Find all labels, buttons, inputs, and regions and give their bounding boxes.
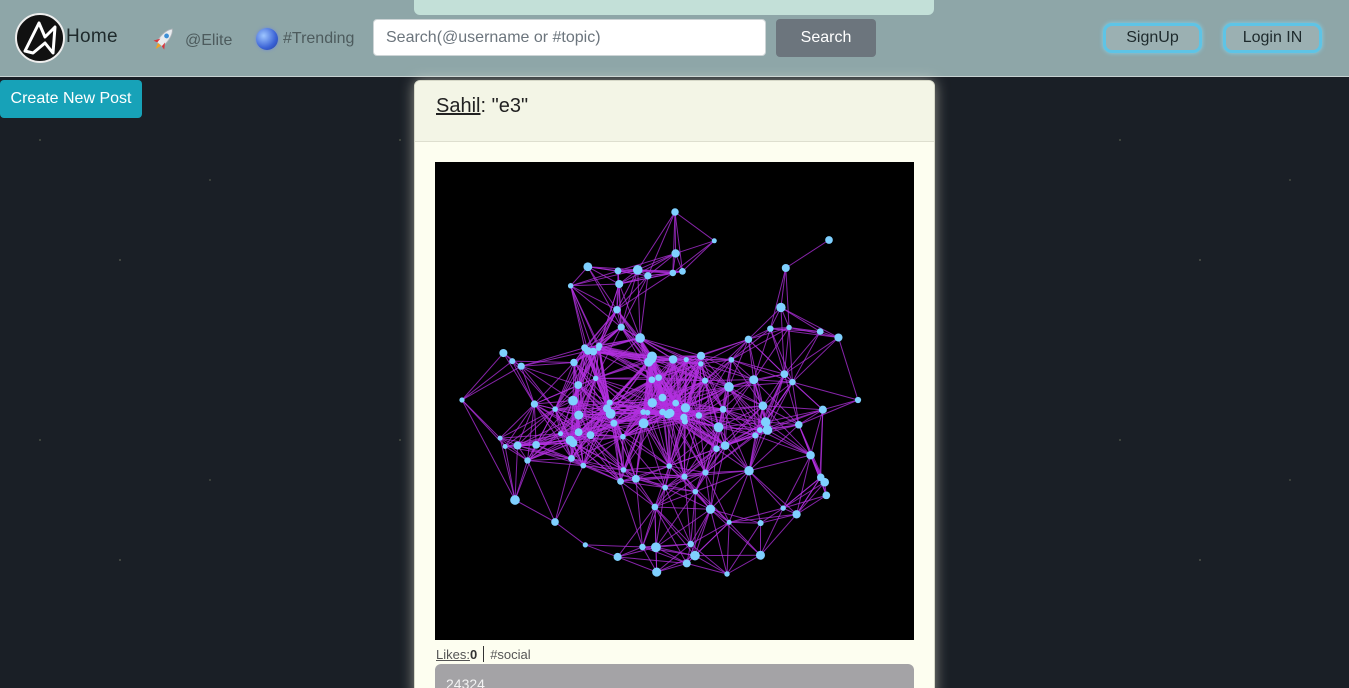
login-button[interactable]: Login IN [1223, 23, 1322, 53]
search-button[interactable]: Search [776, 19, 876, 57]
brand-logo-icon[interactable] [15, 13, 65, 63]
nav-home-link[interactable]: Home [66, 26, 118, 48]
nav-elite-label: @Elite [185, 32, 233, 49]
nav-trending-link[interactable]: #Trending [256, 26, 354, 52]
post-card: Sahil: "e3" Likes: 0 #social 24324 [414, 80, 935, 688]
post-title-separator: : [480, 95, 492, 117]
post-hashtag[interactable]: #social [490, 647, 530, 662]
nav-elite-link[interactable]: @Elite [148, 26, 232, 56]
top-navbar: Home @Elite #Trending Search SignUp Logi… [0, 0, 1349, 77]
network-graphic [459, 208, 862, 577]
post-author-link[interactable]: Sahil [436, 95, 480, 117]
post-title: "e3" [491, 95, 529, 117]
nav-trending-label: #Trending [283, 30, 355, 47]
post-meta: Likes: 0 #social [436, 646, 531, 662]
likes-link[interactable]: Likes: [436, 647, 470, 662]
comment-preview: 24324 [435, 664, 914, 688]
create-new-post-button[interactable]: Create New Post [0, 80, 142, 118]
meta-divider [483, 646, 485, 662]
globe-icon [256, 28, 278, 50]
post-image [435, 162, 914, 640]
search-input[interactable] [373, 19, 766, 56]
signup-button[interactable]: SignUp [1103, 23, 1202, 53]
top-tab-strip [414, 0, 934, 15]
post-header: Sahil: "e3" [415, 81, 934, 142]
rocket-icon [148, 24, 180, 59]
likes-count: 0 [469, 646, 478, 662]
network-edges [461, 211, 859, 575]
